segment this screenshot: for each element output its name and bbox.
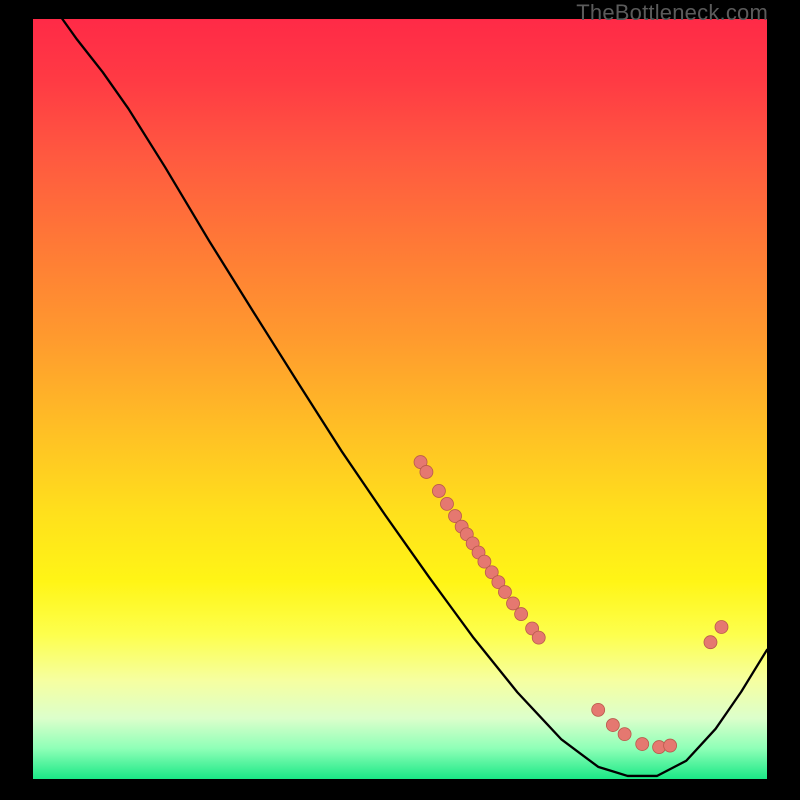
chart-marker xyxy=(515,608,528,621)
chart-marker xyxy=(618,728,631,741)
chart-marker xyxy=(532,631,545,644)
chart-marker xyxy=(420,465,433,478)
chart-plot-area xyxy=(33,19,767,779)
chart-marker xyxy=(704,636,717,649)
chart-marker xyxy=(507,597,520,610)
chart-marker xyxy=(636,738,649,751)
chart-marker xyxy=(498,586,511,599)
watermark-text: TheBottleneck.com xyxy=(576,0,768,26)
chart-marker xyxy=(592,703,605,716)
chart-marker xyxy=(606,719,619,732)
chart-marker xyxy=(432,484,445,497)
chart-marker xyxy=(715,621,728,634)
chart-marker xyxy=(664,739,677,752)
chart-svg xyxy=(33,19,767,779)
chart-curve xyxy=(62,19,767,776)
chart-markers xyxy=(414,456,728,754)
chart-marker xyxy=(440,497,453,510)
